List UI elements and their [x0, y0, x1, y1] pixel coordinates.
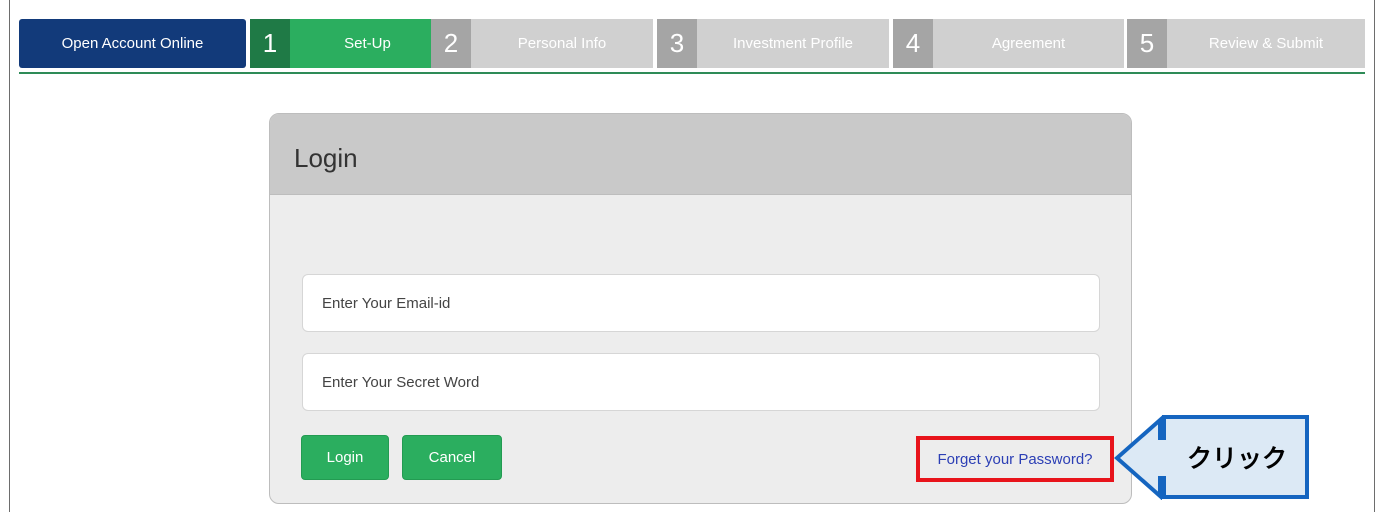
email-input[interactable] — [303, 275, 1099, 331]
step-number: 2 — [431, 19, 471, 68]
login-button[interactable]: Login — [301, 435, 389, 480]
forgot-password-highlight: Forget your Password? — [916, 436, 1114, 482]
email-field[interactable] — [302, 274, 1100, 332]
step-number: 4 — [893, 19, 933, 68]
step-label: Agreement — [933, 19, 1124, 68]
step-investment-profile[interactable]: 3 Investment Profile — [657, 19, 889, 68]
step-label: Review & Submit — [1167, 19, 1365, 68]
login-panel-header: Login — [270, 114, 1131, 195]
open-account-online-tab[interactable]: Open Account Online — [19, 19, 246, 68]
open-account-online-label: Open Account Online — [61, 35, 204, 52]
secret-word-field[interactable] — [302, 353, 1100, 411]
forgot-password-link[interactable]: Forget your Password? — [937, 451, 1092, 468]
step-personal-info[interactable]: 2 Personal Info — [431, 19, 653, 68]
callout-text: クリック — [1186, 445, 1287, 473]
login-title: Login — [294, 143, 358, 173]
secret-word-input[interactable] — [303, 354, 1099, 410]
step-setup[interactable]: 1 Set-Up — [250, 19, 445, 68]
cancel-button[interactable]: Cancel — [402, 435, 502, 480]
step-label: Investment Profile — [697, 19, 889, 68]
step-number: 5 — [1127, 19, 1167, 68]
step-label: Set-Up — [290, 19, 445, 68]
click-callout: クリック — [1114, 414, 1310, 500]
step-bar: Open Account Online 1 Set-Up 2 Personal … — [19, 19, 1365, 68]
step-divider — [19, 72, 1365, 74]
step-number: 3 — [657, 19, 697, 68]
step-label: Personal Info — [471, 19, 653, 68]
step-review-submit[interactable]: 5 Review & Submit — [1127, 19, 1365, 68]
step-agreement[interactable]: 4 Agreement — [893, 19, 1124, 68]
step-number: 1 — [250, 19, 290, 68]
